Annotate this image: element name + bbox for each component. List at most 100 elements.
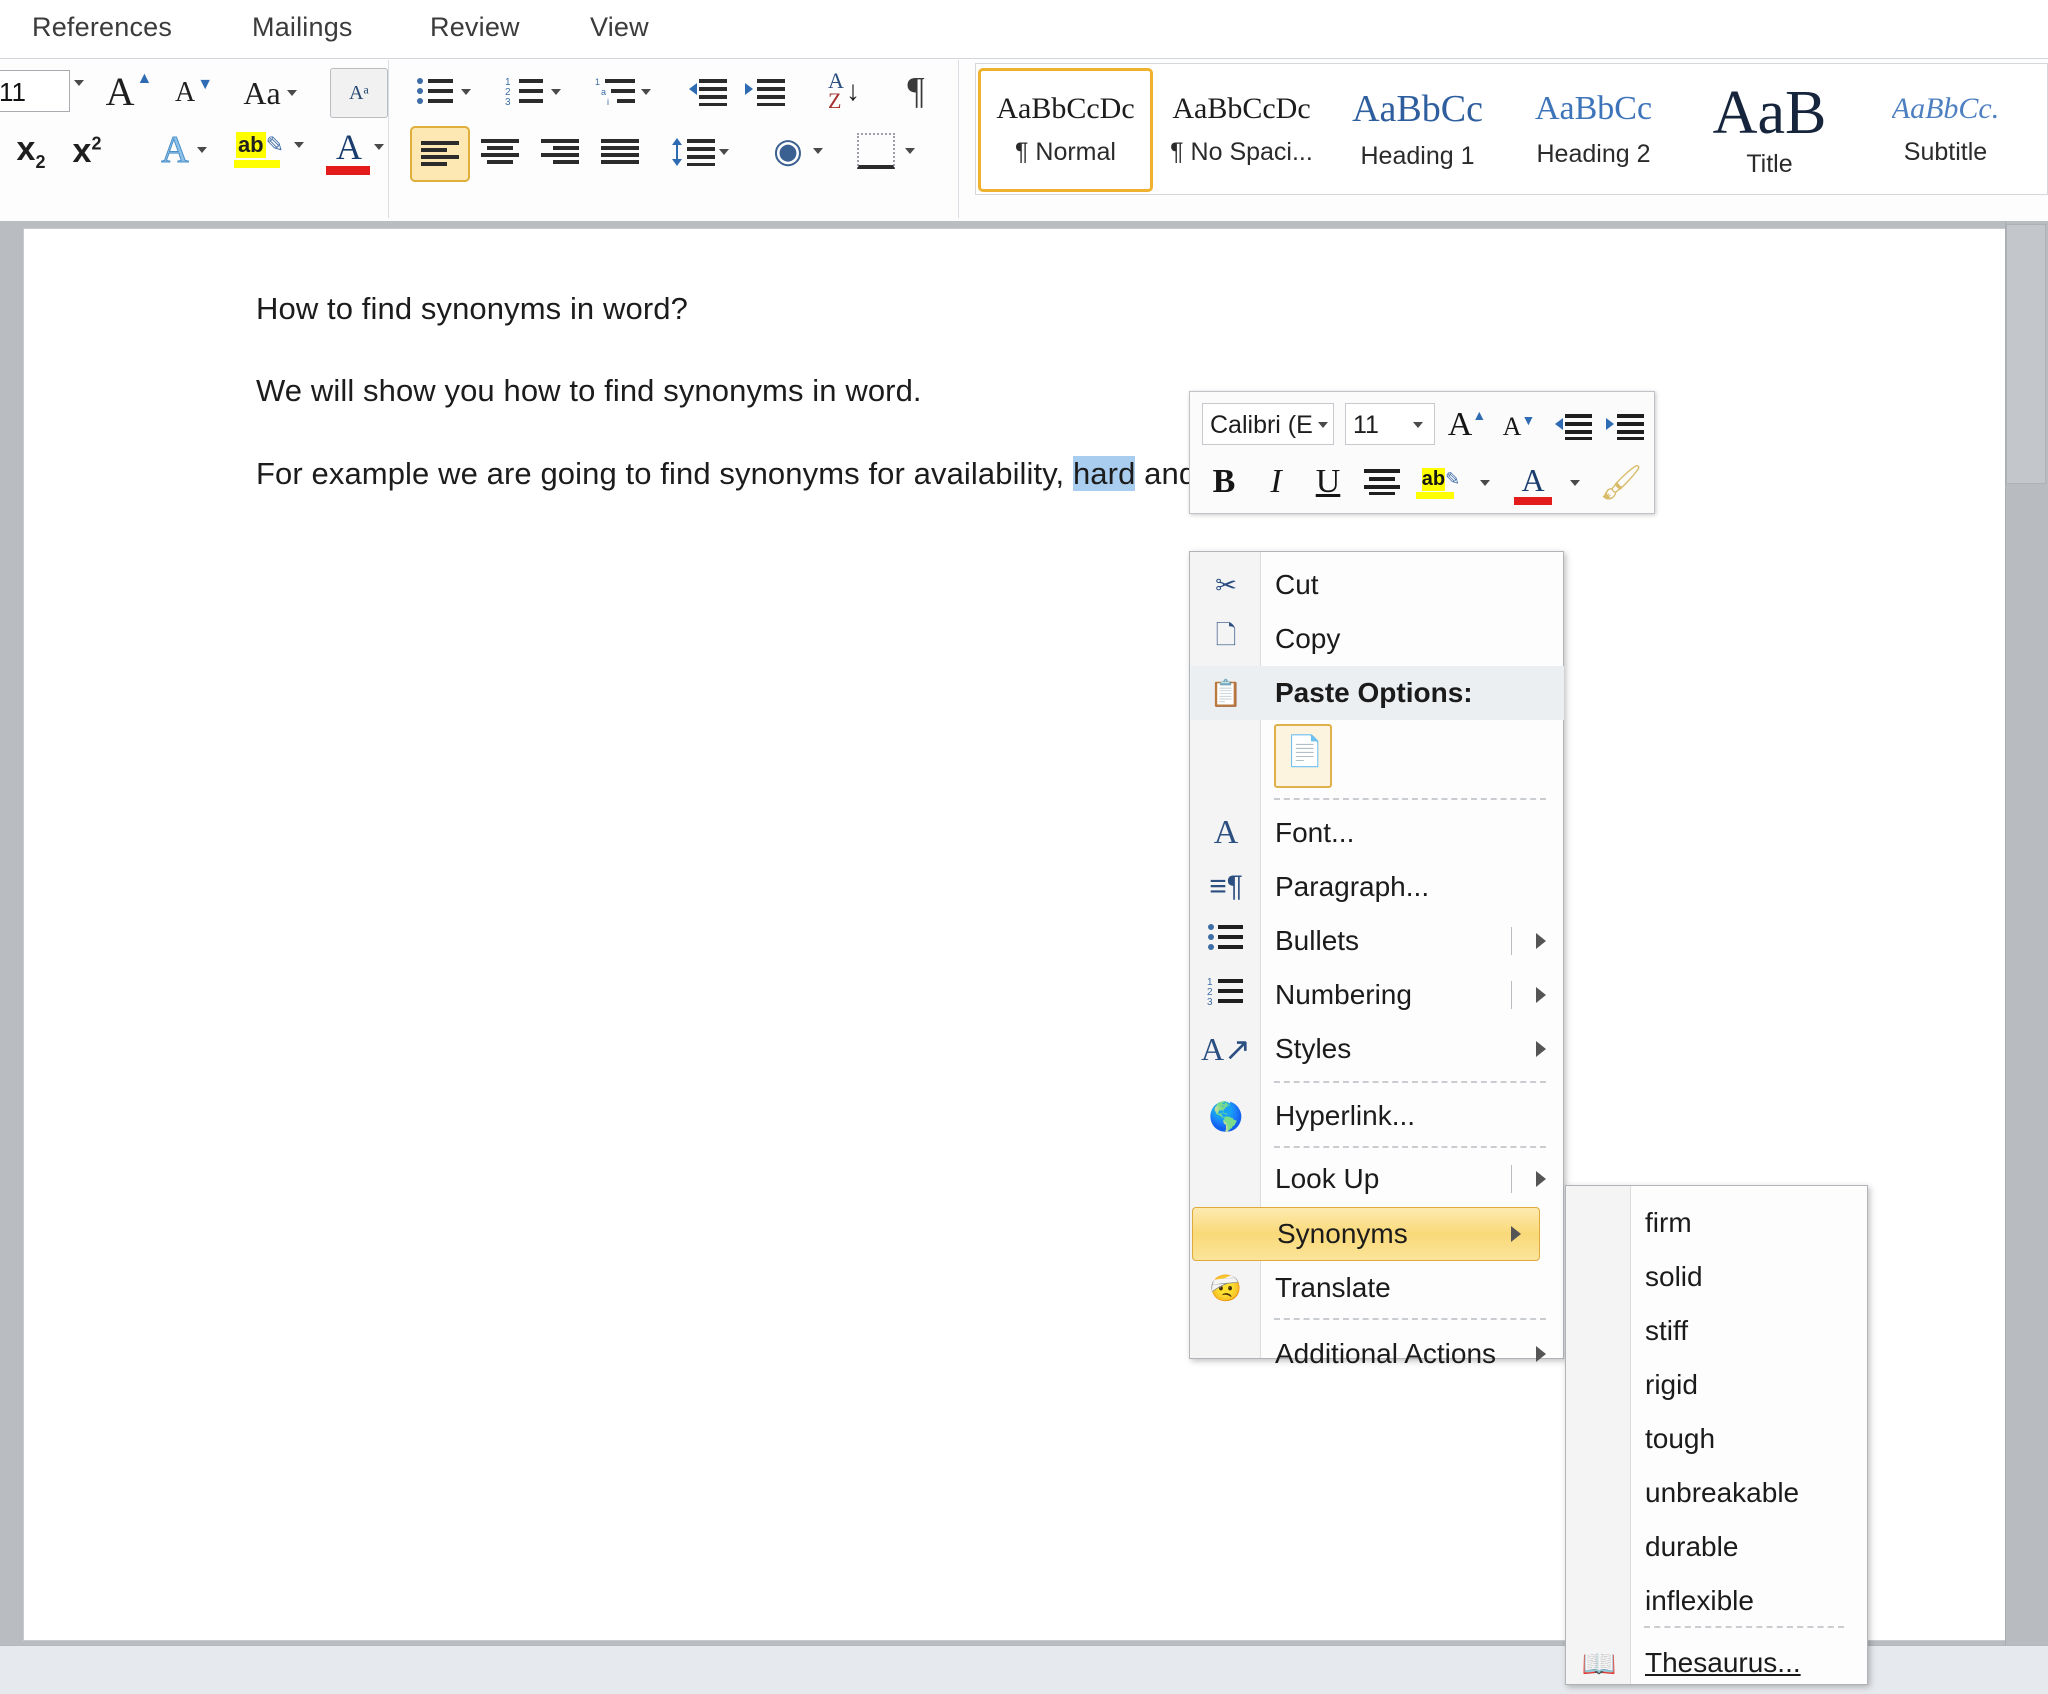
- mini-grow-font-button[interactable]: A ▲: [1443, 404, 1491, 446]
- synonym-item-stiff[interactable]: stiff: [1567, 1304, 1868, 1358]
- show-formatting-marks-button[interactable]: ¶: [890, 66, 942, 116]
- font-color-swatch: [1514, 496, 1552, 505]
- mini-highlight-dropdown-icon[interactable]: [1474, 472, 1496, 494]
- style-item-title[interactable]: AaB Title: [1682, 68, 1857, 192]
- mini-shrink-font-button[interactable]: A ▼: [1495, 406, 1543, 448]
- font-size-input[interactable]: 11: [0, 70, 70, 112]
- synonym-item-durable[interactable]: durable: [1567, 1520, 1868, 1574]
- font-size-dropdown-icon[interactable]: [74, 80, 84, 104]
- hyperlink-icon: 🌎: [1208, 1100, 1244, 1132]
- context-menu-item-font[interactable]: A Font...: [1191, 806, 1564, 860]
- mini-bold-button[interactable]: B: [1200, 458, 1248, 506]
- text-effects-button[interactable]: A: [148, 126, 220, 174]
- mini-format-painter-button[interactable]: 🖌: [1596, 460, 1646, 506]
- context-menu-label-additional-actions: Additional Actions: [1275, 1338, 1497, 1369]
- svg-text:3: 3: [1207, 997, 1213, 1007]
- context-menu-item-cut[interactable]: ✂ Cut: [1191, 558, 1564, 612]
- increase-indent-icon: [745, 79, 785, 106]
- shading-icon: ◉: [773, 132, 803, 170]
- align-right-button[interactable]: [532, 126, 588, 178]
- tab-references[interactable]: References: [32, 12, 172, 43]
- bold-icon: B: [1212, 463, 1236, 500]
- style-preview-normal: AaBbCcDc: [996, 93, 1135, 124]
- align-center-button[interactable]: [472, 126, 528, 178]
- context-menu-item-copy[interactable]: 🗋 Copy: [1191, 612, 1564, 666]
- borders-button[interactable]: [850, 124, 922, 178]
- grow-font-button[interactable]: A ▲: [100, 68, 156, 114]
- thesaurus-icon: 📖: [1581, 1647, 1617, 1679]
- underline-icon: U: [1315, 463, 1341, 500]
- context-menu-item-numbering[interactable]: 1 2 3 Numbering: [1191, 968, 1564, 1022]
- numbering-button[interactable]: 1 2 3: [505, 70, 561, 114]
- shading-button[interactable]: ◉: [762, 124, 834, 178]
- text-effects-icon: A: [161, 129, 189, 172]
- multilevel-list-button[interactable]: 1 a i: [595, 70, 651, 114]
- align-left-button[interactable]: [410, 126, 470, 182]
- paste-icon: 📋: [1209, 677, 1243, 708]
- context-menu-item-paragraph[interactable]: ≡¶ Paragraph...: [1191, 860, 1564, 914]
- mini-underline-button[interactable]: U: [1304, 458, 1352, 506]
- style-item-heading-1[interactable]: AaBbCс Heading 1: [1330, 68, 1505, 192]
- context-menu-item-translate[interactable]: 🤕 Translate: [1191, 1261, 1564, 1315]
- mini-highlight-button[interactable]: ab ✎: [1412, 458, 1470, 508]
- line-spacing-button[interactable]: [665, 126, 735, 178]
- context-menu-item-styles[interactable]: A↗ Styles: [1191, 1022, 1564, 1076]
- mini-decrease-indent-button[interactable]: [1548, 406, 1596, 448]
- mini-center-button[interactable]: [1358, 462, 1406, 502]
- sort-icon: AZ: [828, 68, 844, 113]
- style-item-subtitle[interactable]: AaBbCc. Subtitle: [1858, 68, 2033, 192]
- font-color-button[interactable]: A: [320, 124, 400, 176]
- mini-font-name-dropdown-icon[interactable]: [1312, 414, 1334, 436]
- style-item-no-spacing[interactable]: AaBbCcDc ¶ No Spaci...: [1154, 68, 1329, 192]
- svg-text:i: i: [607, 97, 609, 107]
- context-menu[interactable]: ✂ Cut 🗋 Copy 📋 Paste Options: 📄 A Font..…: [1189, 551, 1564, 1369]
- font-color-icon: A: [1521, 461, 1545, 498]
- mini-font-color-button[interactable]: A: [1506, 458, 1560, 508]
- styles-gallery[interactable]: AaBbCcDc ¶ Normal AaBbCcDc ¶ No Spaci...…: [975, 63, 2048, 195]
- highlight-color-button[interactable]: ab ✎: [230, 124, 310, 176]
- mini-font-size-dropdown-icon[interactable]: [1407, 414, 1429, 436]
- increase-indent-button[interactable]: [738, 70, 790, 114]
- superscript-button[interactable]: x2: [62, 128, 112, 174]
- synonym-item-inflexible[interactable]: inflexible: [1567, 1574, 1868, 1628]
- context-menu-item-look-up[interactable]: Look Up: [1191, 1152, 1564, 1206]
- context-menu-item-additional-actions[interactable]: Additional Actions: [1191, 1327, 1564, 1381]
- clear-formatting-button[interactable]: Aᵃ: [330, 68, 388, 118]
- synonym-item-firm[interactable]: firm: [1567, 1196, 1868, 1250]
- synonym-item-solid[interactable]: solid: [1567, 1250, 1868, 1304]
- synonyms-submenu[interactable]: firm solid stiff rigid tough unbreakable…: [1565, 1185, 1868, 1685]
- grow-font-icon: A: [105, 68, 135, 114]
- tab-view[interactable]: View: [590, 12, 649, 43]
- doc-selected-word[interactable]: hard: [1072, 456, 1136, 491]
- style-item-next-partial[interactable]: A S: [2034, 68, 2048, 192]
- justify-button[interactable]: [592, 126, 648, 178]
- decrease-indent-button[interactable]: [680, 70, 732, 114]
- shrink-font-button[interactable]: A ▼: [165, 70, 221, 116]
- context-menu-item-hyperlink[interactable]: 🌎 Hyperlink...: [1191, 1089, 1564, 1143]
- synonym-item-unbreakable[interactable]: unbreakable: [1567, 1466, 1868, 1520]
- context-menu-label-cut: Cut: [1275, 569, 1319, 600]
- vertical-scrollbar-thumb[interactable]: [2006, 224, 2046, 484]
- mini-italic-button[interactable]: I: [1252, 458, 1300, 506]
- context-menu-item-bullets[interactable]: Bullets: [1191, 914, 1564, 968]
- paste-keep-source-formatting-button[interactable]: 📄: [1274, 724, 1332, 788]
- highlight-color-icon: ab: [235, 132, 266, 158]
- context-menu-item-synonyms[interactable]: Synonyms: [1192, 1207, 1540, 1261]
- tab-mailings[interactable]: Mailings: [252, 12, 353, 43]
- bullets-button[interactable]: [415, 70, 471, 114]
- paste-document-icon: 📄: [1286, 735, 1324, 768]
- subscript-button[interactable]: x2: [6, 128, 56, 174]
- mini-increase-indent-button[interactable]: [1600, 406, 1648, 448]
- style-item-heading-2[interactable]: AaBbCc Heading 2: [1506, 68, 1681, 192]
- synonym-item-rigid[interactable]: rigid: [1567, 1358, 1868, 1412]
- mini-font-color-dropdown-icon[interactable]: [1564, 472, 1586, 494]
- mini-format-toolbar[interactable]: Calibri (E 11 A ▲ A ▼ B I U ab ✎ A 🖌: [1189, 391, 1655, 514]
- tab-review[interactable]: Review: [430, 12, 520, 43]
- sort-button[interactable]: AZ ↓: [815, 64, 873, 118]
- synonym-item-tough[interactable]: tough: [1567, 1412, 1868, 1466]
- change-case-button[interactable]: Aa: [235, 70, 305, 116]
- context-menu-label-paragraph: Paragraph...: [1275, 871, 1430, 902]
- style-item-normal[interactable]: AaBbCcDc ¶ Normal: [978, 68, 1153, 192]
- synonym-item-thesaurus[interactable]: 📖 Thesaurus...: [1567, 1636, 1868, 1690]
- synonym-label-firm: firm: [1645, 1207, 1692, 1238]
